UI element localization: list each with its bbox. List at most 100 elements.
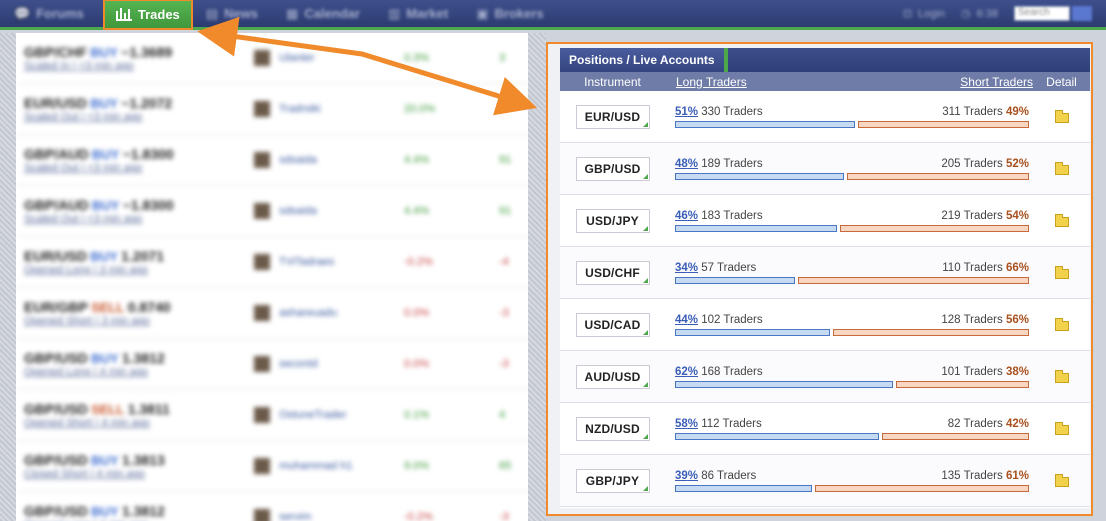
trade-sub[interactable]: Scaled Out | <3 min ago: [24, 162, 254, 174]
long-bar: [675, 121, 855, 128]
instrument-badge[interactable]: NZD/USD: [575, 416, 650, 441]
trade-row[interactable]: GBP/CHF BUY ~1.3689 Scaled In | <3 min a…: [16, 33, 544, 84]
nav-brokers[interactable]: ▣ Brokers: [462, 0, 557, 29]
sentiment-labels: 58% 112 Traders 82 Traders 42%: [675, 417, 1029, 431]
trade-direction: BUY: [90, 96, 118, 111]
instrument-badge[interactable]: AUD/USD: [575, 364, 650, 389]
trade-sub[interactable]: Scaled Out | <3 min ago: [24, 213, 254, 225]
trade-row[interactable]: EUR/USD BUY ~1.2072 Scaled Out | <3 min …: [16, 84, 544, 135]
login-label: Login: [918, 7, 945, 20]
trade-row[interactable]: GBP/USD BUY 1.3812 Opened Long | 4 min a…: [16, 492, 544, 521]
trade-percent: 0.0%: [404, 307, 430, 319]
trade-percent: -0.2%: [404, 511, 433, 521]
trade-row[interactable]: EUR/GBP SELL 0.8740 Opened Short | 3 min…: [16, 288, 544, 339]
trade-user[interactable]: sdsaida: [254, 152, 404, 168]
sentiment-bar: [675, 381, 1029, 388]
sentiment-cell: 46% 183 Traders 219 Traders 54%: [665, 209, 1033, 232]
folder-icon[interactable]: [1054, 110, 1069, 123]
trade-direction: BUY: [91, 198, 120, 213]
instrument-badge[interactable]: USD/CHF: [575, 260, 650, 285]
long-percent[interactable]: 51%: [675, 106, 698, 118]
search-input[interactable]: Search: [1014, 6, 1070, 21]
trade-summary: EUR/USD BUY ~1.2072 Scaled Out | <3 min …: [24, 95, 254, 123]
nav-forums[interactable]: 💬 Forums: [0, 0, 98, 29]
trade-user[interactable]: secontd: [254, 356, 404, 372]
long-traders: 57 Traders: [701, 262, 757, 274]
trade-summary: GBP/USD SELL 1.3811 Opened Short | 4 min…: [24, 401, 254, 429]
trade-user[interactable]: muhammad h1: [254, 458, 404, 474]
trade-user[interactable]: OstuneTrader: [254, 407, 404, 423]
long-percent[interactable]: 48%: [675, 158, 698, 170]
trade-row[interactable]: GBP/AUD BUY ~1.8300 Scaled Out | <3 min …: [16, 135, 544, 186]
trade-pair: GBP/USD: [24, 350, 88, 366]
nav-market[interactable]: ▥ Market: [374, 0, 462, 29]
instrument-cell: USD/CHF: [560, 260, 665, 285]
detail-cell: [1033, 474, 1090, 487]
search-button[interactable]: [1072, 6, 1092, 21]
nav-calendar[interactable]: ▦ Calendar: [272, 0, 374, 29]
long-percent[interactable]: 46%: [675, 210, 698, 222]
trade-user[interactable]: Ulanter: [254, 50, 404, 66]
trade-row[interactable]: GBP/AUD BUY ~1.8300 Scaled Out | <3 min …: [16, 186, 544, 237]
folder-icon[interactable]: [1054, 370, 1069, 383]
trade-row[interactable]: GBP/USD SELL 1.3811 Opened Short | 4 min…: [16, 390, 544, 441]
short-info: 219 Traders 54%: [941, 209, 1029, 223]
folder-icon[interactable]: [1054, 266, 1069, 279]
trade-sub[interactable]: Opened Short | 3 min ago: [24, 315, 254, 327]
brokers-icon: ▣: [476, 5, 489, 21]
short-traders: 219 Traders: [941, 210, 1003, 222]
trade-user[interactable]: ashareuadu: [254, 305, 404, 321]
trade-sub[interactable]: Closed Short | 4 min ago: [24, 468, 254, 480]
trade-summary: EUR/USD BUY 1.2071 Opened Long | 3 min a…: [24, 248, 254, 276]
calendar-icon: ▦: [286, 5, 299, 21]
trade-user[interactable]: Tradrsiki: [254, 101, 404, 117]
long-percent[interactable]: 62%: [675, 366, 698, 378]
login-link[interactable]: ⊡ Login: [903, 0, 945, 29]
clock-time: 6:38: [976, 7, 998, 20]
trade-sub[interactable]: Scaled Out | <3 min ago: [24, 111, 254, 123]
instrument-badge[interactable]: EUR/USD: [575, 104, 650, 129]
folder-icon[interactable]: [1054, 162, 1069, 175]
instrument-badge[interactable]: GBP/USD: [575, 156, 650, 181]
trade-row[interactable]: GBP/USD BUY 1.3813 Closed Short | 4 min …: [16, 441, 544, 492]
trade-sub[interactable]: Opened Long | 4 min ago: [24, 366, 254, 378]
folder-icon[interactable]: [1054, 318, 1069, 331]
trade-username: TViTadraes: [278, 255, 335, 268]
folder-icon[interactable]: [1054, 422, 1069, 435]
chat-icon: 💬: [14, 5, 31, 21]
instrument-badge[interactable]: USD/JPY: [575, 208, 650, 233]
trade-row[interactable]: EUR/USD BUY 1.2071 Opened Long | 3 min a…: [16, 237, 544, 288]
sentiment-cell: 58% 112 Traders 82 Traders 42%: [665, 417, 1033, 440]
trade-row[interactable]: GBP/USD BUY 1.3812 Opened Long | 4 min a…: [16, 339, 544, 390]
nav-trades[interactable]: Trades: [102, 0, 193, 30]
long-percent[interactable]: 34%: [675, 262, 698, 274]
trade-user[interactable]: servim: [254, 509, 404, 521]
header-short-traders[interactable]: Short Traders: [805, 75, 1033, 89]
trade-price: 1.3812: [121, 503, 165, 519]
instrument-badge[interactable]: USD/CAD: [575, 312, 650, 337]
trade-sub[interactable]: Opened Short | 4 min ago: [24, 417, 254, 429]
long-percent[interactable]: 44%: [675, 314, 698, 326]
short-percent: 38%: [1005, 366, 1029, 378]
long-percent[interactable]: 58%: [675, 418, 698, 430]
trade-sub[interactable]: Scaled In | <3 min ago: [24, 60, 254, 72]
nav-forums-label: Forums: [36, 6, 84, 21]
instrument-cell: AUD/USD: [560, 364, 665, 389]
trade-username: Ulanter: [279, 51, 315, 64]
folder-icon[interactable]: [1054, 474, 1069, 487]
header-long-traders[interactable]: Long Traders: [665, 75, 805, 89]
folder-icon[interactable]: [1054, 214, 1069, 227]
sentiment-bar: [675, 225, 1029, 232]
detail-cell: [1033, 318, 1090, 331]
trade-pips: 91: [499, 154, 512, 166]
trade-user[interactable]: TViTadraes: [254, 254, 404, 270]
header-instrument: Instrument: [584, 74, 641, 89]
trade-sub[interactable]: Opened Long | 3 min ago: [24, 264, 254, 276]
instrument-badge[interactable]: GBP/JPY: [575, 468, 650, 493]
trade-user[interactable]: sdsaida: [254, 203, 404, 219]
detail-cell: [1033, 422, 1090, 435]
trade-percent: 4.4%: [404, 205, 430, 217]
nav-news[interactable]: ▤ News: [192, 0, 272, 29]
long-percent[interactable]: 39%: [675, 470, 698, 482]
short-percent: 42%: [1005, 418, 1029, 430]
